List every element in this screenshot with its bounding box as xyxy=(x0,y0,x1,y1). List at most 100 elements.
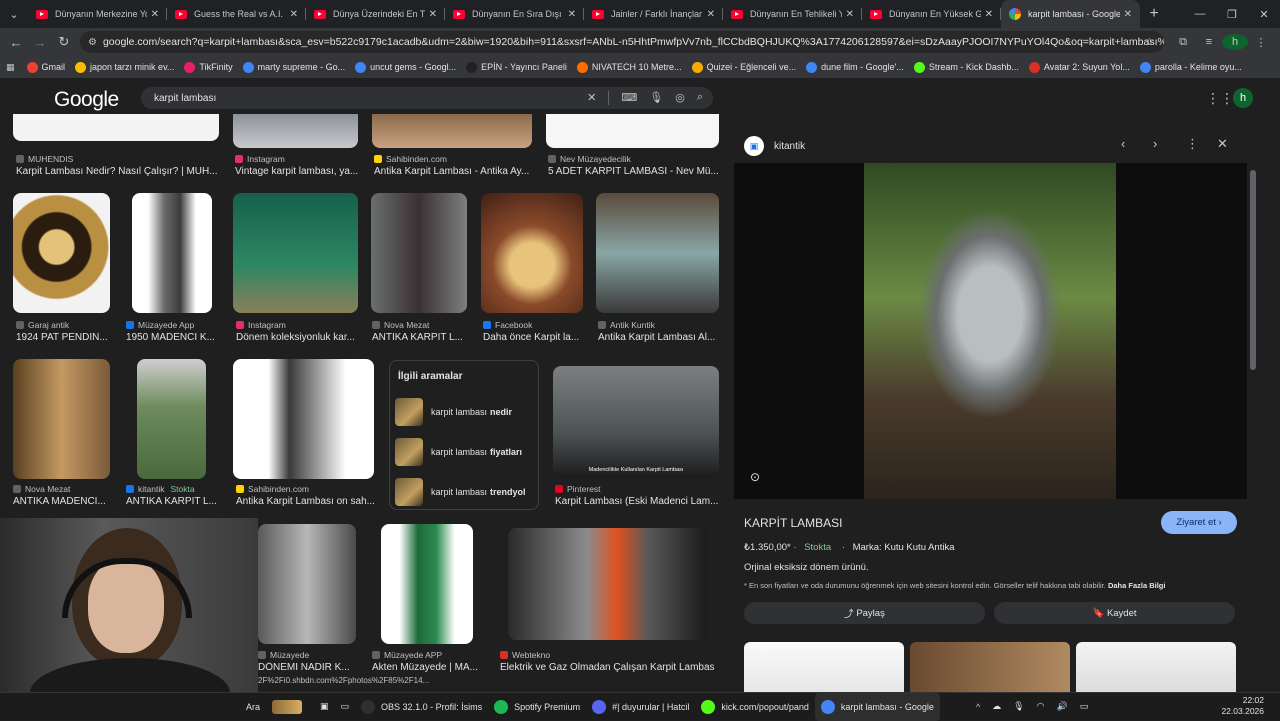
clear-icon[interactable]: ✕ xyxy=(587,91,596,105)
browser-tab[interactable]: Dünyanın En Sıra Dışı Sok ✕ xyxy=(445,0,584,28)
related-search-item[interactable]: karpit lambası nedir xyxy=(390,392,540,432)
tab-close-icon[interactable]: ✕ xyxy=(985,9,993,20)
minimize-icon[interactable]: — xyxy=(1184,8,1216,21)
tab-close-icon[interactable]: ✕ xyxy=(568,9,576,20)
profile-button[interactable]: h xyxy=(1222,34,1248,50)
media-icon[interactable]: ≡ xyxy=(1196,36,1222,48)
file-explorer-icon[interactable]: ▭ xyxy=(335,693,356,721)
result-image[interactable] xyxy=(233,359,374,479)
close-window-icon[interactable]: ✕ xyxy=(1248,8,1280,21)
tray-chevron-icon[interactable]: ^ xyxy=(970,693,986,721)
result-image[interactable] xyxy=(546,114,719,148)
browser-tab[interactable]: Jainler / Farklı İnançlar - Y ✕ xyxy=(584,0,723,28)
result-source[interactable]: Webtekno xyxy=(500,650,550,660)
bookmark-item[interactable]: uncut gems - Googl... xyxy=(355,61,456,73)
result-image[interactable] xyxy=(596,193,719,313)
browser-tab[interactable]: karpit lambası - Google'd ✕ xyxy=(1001,0,1140,28)
visit-button[interactable]: Ziyaret et › xyxy=(1161,511,1237,534)
close-icon[interactable]: ✕ xyxy=(1217,136,1228,152)
result-caption[interactable]: Antika Karpit Lambası on sah... xyxy=(236,496,376,507)
result-image[interactable] xyxy=(372,114,532,148)
account-avatar[interactable]: h xyxy=(1233,88,1253,108)
result-image[interactable] xyxy=(13,193,110,313)
bookmark-item[interactable]: NIVATECH 10 Metre... xyxy=(576,61,682,73)
result-caption[interactable]: 1924 PAT PENDIN... xyxy=(16,332,116,343)
result-image[interactable] xyxy=(508,528,707,640)
tab-close-icon[interactable]: ✕ xyxy=(707,9,715,20)
taskbar-app[interactable]: karpit lambası - Google xyxy=(814,692,940,721)
browser-tab[interactable]: Guess the Real vs A.I. Ima ✕ xyxy=(167,0,306,28)
site-info-icon[interactable]: ⚙ xyxy=(88,37,97,48)
share-button[interactable]: ⤴ Paylaş xyxy=(744,602,985,624)
result-source[interactable]: Facebook xyxy=(483,320,532,330)
result-source[interactable]: Sahibinden.com xyxy=(374,154,447,164)
address-bar[interactable]: ⚙ google.com/search?q=karpit+lambası&sca… xyxy=(80,31,1164,53)
restore-icon[interactable]: ❐ xyxy=(1216,8,1248,21)
wifi-icon[interactable]: ◠ xyxy=(1031,693,1051,721)
bookmark-star-icon[interactable]: ☆ xyxy=(1145,36,1154,48)
result-source[interactable]: Müzayede APP xyxy=(372,650,442,660)
browser-tab[interactable]: Dünyanın En Tehlikeli Yolı ✕ xyxy=(723,0,862,28)
result-caption[interactable]: DÖNEMİ NADİR K... xyxy=(258,662,363,673)
keyboard-icon[interactable]: ⌨ xyxy=(621,91,637,105)
onedrive-icon[interactable]: ☁ xyxy=(986,693,1007,721)
bookmark-item[interactable]: TikFinity xyxy=(184,61,233,73)
result-caption[interactable]: 1950 MADENCİ K... xyxy=(126,332,226,343)
extensions-icon[interactable]: ⧉ xyxy=(1170,36,1196,49)
bookmark-item[interactable]: marty supreme - Go... xyxy=(242,61,345,73)
scrollbar[interactable] xyxy=(1250,170,1256,370)
result-source[interactable]: Nova Mezat xyxy=(13,484,70,494)
tab-close-icon[interactable]: ✕ xyxy=(290,9,298,20)
browser-tab[interactable]: Dünya Üzerindeki En Tuha ✕ xyxy=(306,0,445,28)
browser-tab[interactable]: Dünyanın Merkezine Yolc ✕ xyxy=(28,0,167,28)
result-caption[interactable]: Dönem koleksiyonluk kar... xyxy=(236,332,361,343)
task-view-icon[interactable]: ▣ xyxy=(314,693,335,721)
related-image[interactable] xyxy=(910,642,1070,692)
result-source[interactable]: Instagram xyxy=(236,320,286,330)
result-caption[interactable]: Elektrik ve Gaz Olmadan Çalışan Karpit L… xyxy=(500,662,715,673)
tab-search-button[interactable]: ⌄ xyxy=(0,0,28,28)
result-caption[interactable]: Karpit Lambası Nedir? Nasıl Çalışır? | M… xyxy=(16,166,221,177)
next-icon[interactable]: › xyxy=(1153,136,1157,151)
clock[interactable]: 22:02 22.03.2026 xyxy=(1221,695,1264,717)
result-image[interactable] xyxy=(258,524,356,644)
apps-icon[interactable]: ⋮⋮ xyxy=(1206,90,1234,107)
result-image[interactable] xyxy=(132,193,212,313)
tab-close-icon[interactable]: ✕ xyxy=(1124,9,1132,20)
bookmark-item[interactable]: dune film - Google'... xyxy=(806,61,904,73)
result-image[interactable] xyxy=(381,524,473,644)
result-image[interactable] xyxy=(371,193,467,313)
result-source[interactable]: Antik Kuntik xyxy=(598,320,655,330)
result-image[interactable] xyxy=(233,193,358,313)
menu-icon[interactable]: ⋮ xyxy=(1248,36,1274,49)
result-caption[interactable]: ANTİKA KARPİT L... xyxy=(372,332,472,343)
result-caption[interactable]: Karpit Lambası (Eski Madenci Lam... xyxy=(555,496,721,507)
microphone-icon[interactable]: 🎙 xyxy=(649,91,663,105)
result-caption[interactable]: Antika Karpit Lambası - Antika Ay... xyxy=(374,166,534,177)
mic-icon[interactable]: 🎙 xyxy=(1007,693,1030,721)
result-source[interactable]: Sahibinden.com xyxy=(236,484,309,494)
taskbar-app[interactable]: #| duyurular | Hatcil xyxy=(586,693,695,721)
reload-icon[interactable]: ↻ xyxy=(52,34,76,50)
taskbar-app[interactable]: kick.com/popout/pand xyxy=(695,693,815,721)
more-options-icon[interactable]: ⋮ xyxy=(1186,136,1199,152)
taskbar-widget[interactable] xyxy=(266,693,314,721)
bookmark-item[interactable]: parolla - Kelime oyu... xyxy=(1139,61,1242,73)
result-source[interactable]: Pinterest xyxy=(555,484,601,494)
volume-icon[interactable]: 🔊 xyxy=(1050,693,1073,721)
bookmark-item[interactable]: japon tarzı minik ev... xyxy=(75,61,174,73)
result-source[interactable]: Müzayede App xyxy=(126,320,194,330)
taskbar-app[interactable]: OBS 32.1.0 - Profil: İsims xyxy=(355,693,488,721)
result-source[interactable]: Müzayede xyxy=(258,650,309,660)
related-search-item[interactable]: karpit lambası fiyatları xyxy=(390,432,540,472)
result-image[interactable] xyxy=(13,359,110,479)
lens-search-icon[interactable]: ⊙ xyxy=(750,470,760,484)
related-image[interactable] xyxy=(1076,642,1236,692)
related-image[interactable] xyxy=(744,642,904,692)
taskbar-app[interactable]: Spotify Premium xyxy=(488,693,586,721)
result-source[interactable]: Instagram xyxy=(235,154,285,164)
result-source[interactable]: Nova Mezat xyxy=(372,320,429,330)
search-icon[interactable]: ⌕ xyxy=(697,91,703,105)
battery-icon[interactable]: ▭ xyxy=(1074,693,1095,721)
search-input[interactable]: karpit lambası ✕ ⌨ 🎙 ◎ ⌕ xyxy=(141,87,713,109)
